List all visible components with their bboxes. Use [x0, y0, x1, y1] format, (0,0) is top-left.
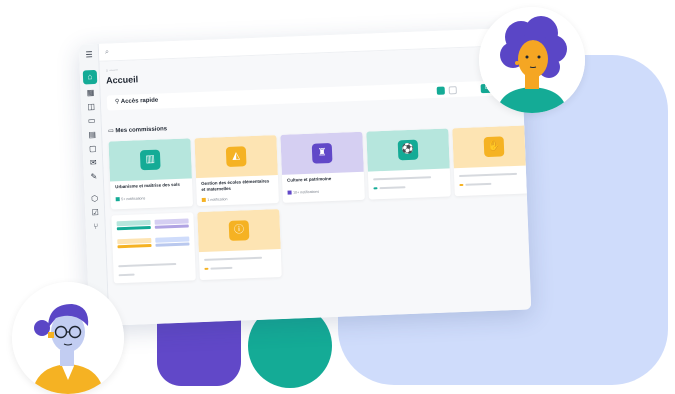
soccer-ball-icon: ⚽: [397, 139, 419, 161]
folder-icon[interactable]: ▢: [88, 144, 98, 154]
app-window: ☰ ⌂ ▦ ◫ ▭ ▤ ▢ ✉ ✎ ⬡ ☑ ⑂ ⌕ ⛓ ? ⌂ ─── Accu…: [78, 27, 532, 327]
commission-card-urbanisme[interactable]: ▥ Urbanisme et maîtrise des sols 5+ noti…: [108, 138, 194, 210]
main-content: ⌂ ─── Accueil ⚲ Accès rapide Créer un es…: [99, 45, 532, 326]
pin-icon: ⚲: [114, 99, 120, 106]
commission-card-sport[interactable]: ⚽: [366, 128, 451, 200]
avatar-woman-curly-hair: [479, 7, 585, 113]
commission-card-solidarite[interactable]: ✋: [452, 125, 532, 197]
placeholder-line: [118, 263, 177, 268]
checklist-icon[interactable]: ☑: [90, 208, 100, 218]
list-view-button[interactable]: [448, 86, 457, 95]
placeholder-line: [465, 182, 492, 186]
section-title: ▭ Mes commissions: [107, 126, 168, 135]
placeholder-line: [379, 186, 406, 190]
commission-card-info[interactable]: ⓘ: [197, 209, 282, 281]
monument-icon: ♜: [311, 142, 333, 164]
mail-icon[interactable]: ✉: [88, 158, 98, 168]
commission-card-culture[interactable]: ♜ Culture et patrimoine 10+ notification…: [280, 131, 365, 203]
grid-view-button[interactable]: [436, 86, 445, 95]
placeholder-line: [373, 176, 432, 181]
cube-icon[interactable]: ⬡: [90, 194, 100, 204]
quick-access-bar: ⚲ Accès rapide Créer un espace: [106, 79, 532, 111]
mini-preview: [116, 218, 190, 258]
notification-count: 5+ notifications: [121, 196, 146, 202]
chat-icon[interactable]: ◫: [86, 102, 96, 112]
avatar-woman-glasses: [12, 282, 124, 394]
calendar-icon[interactable]: ▦: [85, 88, 95, 98]
video-icon[interactable]: ▭: [87, 116, 97, 126]
notes-icon[interactable]: ✎: [89, 172, 99, 182]
placeholder-line: [459, 172, 518, 178]
branch-icon[interactable]: ⑂: [91, 222, 101, 232]
quick-access-label: ⚲ Accès rapide: [114, 97, 159, 106]
placeholder-line: [210, 266, 233, 270]
commission-card-placeholder[interactable]: [111, 212, 196, 284]
page-title: Accueil: [105, 74, 139, 86]
search-input[interactable]: ⌕: [105, 43, 215, 57]
breadcrumb: ⌂ ───: [105, 67, 118, 73]
home-icon[interactable]: ⌂: [82, 69, 98, 85]
menu-icon[interactable]: ☰: [84, 50, 94, 60]
placeholder-line: [118, 273, 135, 277]
folder-icon: ▭: [107, 128, 114, 135]
building-icon: ▥: [139, 149, 161, 171]
person-illustration-icon: [12, 282, 124, 394]
graduation-cap-icon: ◭: [225, 146, 247, 168]
placeholder-dot: [459, 183, 464, 187]
hand-icon: ✋: [483, 136, 505, 158]
notification-count: 10+ notifications: [293, 189, 320, 195]
placeholder-dot: [204, 267, 209, 270]
placeholder-dot: [373, 187, 378, 190]
info-icon: ⓘ: [228, 220, 250, 241]
placeholder-line: [204, 256, 263, 261]
person-illustration-icon: [479, 7, 585, 113]
notification-count: 1 notification: [207, 197, 228, 202]
document-icon[interactable]: ▤: [87, 130, 97, 140]
commission-card-ecoles[interactable]: ◭ Gestion des écoles élémentaires et mat…: [194, 135, 279, 207]
